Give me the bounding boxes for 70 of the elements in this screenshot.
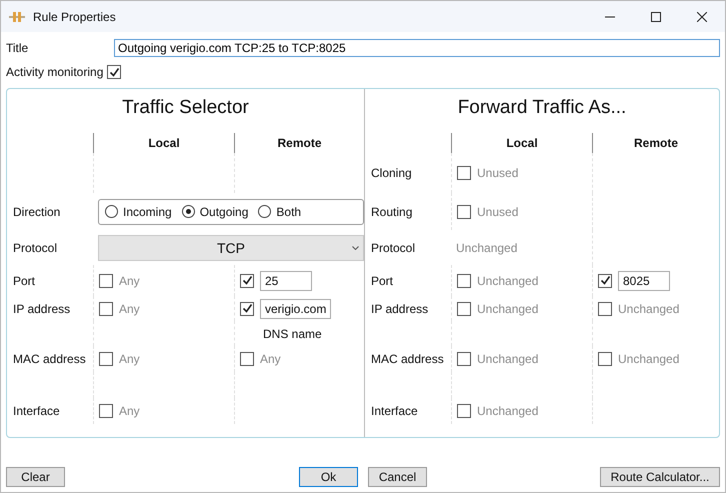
checkbox[interactable] [240,302,254,316]
dialog-button[interactable]: Cancel [368,467,427,487]
radio-button[interactable]: Outgoing [182,204,248,218]
maximize-icon[interactable] [651,12,661,22]
checkbox[interactable] [99,404,113,418]
checkbox-label: Unchanged [477,274,538,288]
column-header: Remote [277,136,322,150]
checkbox[interactable] [598,352,612,366]
checkbox-label: Any [119,352,140,366]
row-label: IP address [370,302,430,316]
row-label: Interface [370,404,419,418]
checkbox[interactable] [457,274,471,288]
panel-heading: Traffic Selector [121,96,250,120]
chevron-down-icon [352,246,359,250]
row-label: Port [370,274,394,288]
panel-heading: Forward Traffic As... [456,96,628,120]
checkbox[interactable] [457,302,471,316]
checkbox-label: Unused [477,166,518,180]
checkbox[interactable] [99,302,113,316]
checkbox-label: Any [119,302,140,316]
clear-button[interactable]: Clear [6,467,65,487]
checkbox-label: Unchanged [618,352,680,366]
checkbox[interactable] [240,352,254,366]
app-icon [9,10,25,22]
route-calculator-button[interactable]: Route Calculator... [600,467,720,487]
value-field[interactable]: 8025 [618,270,670,290]
checkbox[interactable] [457,404,471,418]
checkbox[interactable] [107,65,122,79]
dialog-button[interactable]: Ok [299,467,358,487]
row-label: Port [12,274,36,288]
row-label: MAC address [370,352,445,366]
checkbox-label: Unchanged [477,302,538,316]
close-icon[interactable] [697,12,707,22]
field-label: Title [6,41,30,55]
row-label: Direction [12,204,62,218]
checkbox[interactable] [457,204,471,218]
row-label: Protocol [12,240,58,254]
value-field[interactable]: verigio.com [260,298,332,318]
row-label: MAC address [12,352,87,366]
checkbox[interactable] [99,352,113,366]
checkbox[interactable] [240,274,254,288]
window-title: Rule Properties [33,10,116,24]
column-header: Local [506,136,538,150]
column-header: Local [148,136,180,150]
checkbox-label: Unused [477,204,518,218]
row-label: IP address [12,302,72,316]
checkbox[interactable] [598,274,612,288]
checkbox-label: Activity monitoring [6,65,104,79]
row-label: Cloning [370,166,413,180]
checkbox-label: Unchanged [477,404,538,418]
row-label: Routing [370,204,414,218]
value-field[interactable]: 25 [260,270,312,290]
checkbox[interactable] [598,302,612,316]
checkbox-label: Any [119,404,140,418]
title-field[interactable]: Outgoing verigio.com TCP:25 to TCP:8025 [114,39,720,57]
column-header: Remote [634,136,678,150]
checkbox-label: Any [260,352,281,366]
checkbox-label: Unchanged [618,302,680,316]
radio-button[interactable]: Incoming [105,204,172,218]
row-label: Interface [12,404,61,418]
hint-text: DNS name [262,326,322,340]
row-label: Protocol [370,240,416,254]
checkbox-label: Any [119,274,140,288]
radio-button[interactable]: Both [258,204,302,218]
checkbox[interactable] [457,352,471,366]
value-text: Unchanged [455,240,518,254]
checkbox[interactable] [457,166,471,180]
protocol-dropdown[interactable]: TCP [98,234,364,260]
checkbox[interactable] [99,274,113,288]
checkbox-label: Unchanged [477,352,538,366]
